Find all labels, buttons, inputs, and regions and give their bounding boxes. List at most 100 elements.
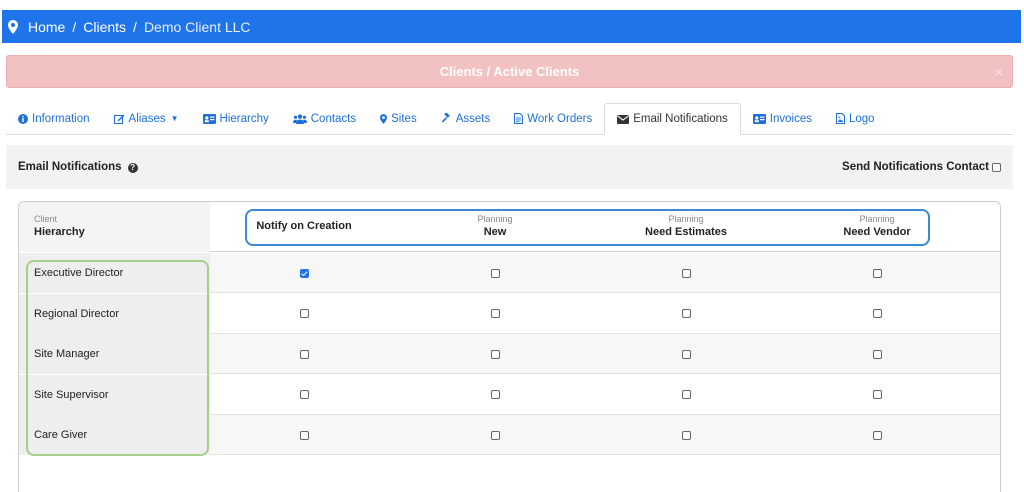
tab-label: Hierarchy xyxy=(219,112,269,125)
tab-invoices[interactable]: Invoices xyxy=(741,103,824,134)
header-small-label: Client xyxy=(34,214,58,224)
tab-label: Work Orders xyxy=(527,112,593,125)
notification-checkbox[interactable] xyxy=(299,390,309,399)
tab-label: Assets xyxy=(455,112,491,125)
header-notify-on-creation: Notify on Creation xyxy=(244,202,364,252)
map-marker-icon xyxy=(8,19,18,34)
tab-contacts[interactable]: Contacts xyxy=(281,103,368,134)
tab-bar: Information Aliases ▼ Hierarchy Contacts… xyxy=(6,103,1013,135)
breadcrumb-clients[interactable]: Clients xyxy=(83,19,126,35)
notification-checkbox[interactable] xyxy=(299,309,309,318)
table-cell xyxy=(862,294,892,334)
notification-checkbox[interactable] xyxy=(490,309,500,318)
tab-label: Aliases xyxy=(128,112,166,125)
breadcrumb-current: Demo Client LLC xyxy=(143,18,251,35)
header-planning-need-estimates: Planning Need Estimates xyxy=(626,202,746,252)
notification-checkbox[interactable] xyxy=(490,268,500,278)
notification-checkbox[interactable] xyxy=(872,309,882,318)
header-big-label: New xyxy=(483,226,507,238)
send-notifications-label: Send Notifications Contact xyxy=(842,161,989,173)
table-cell xyxy=(480,253,510,293)
gavel-icon xyxy=(441,113,452,124)
table-cell xyxy=(862,253,892,293)
table-cell xyxy=(480,294,510,334)
table-cell xyxy=(289,415,319,455)
image-file-icon xyxy=(835,113,845,124)
header-big-label: Need Estimates xyxy=(645,226,727,238)
table-cell xyxy=(862,334,892,374)
header-planning-need-vendor: Planning Need Vendor xyxy=(817,202,937,252)
panel-header: Email Notifications ? Send Notifications… xyxy=(6,145,1013,189)
notification-checkbox[interactable] xyxy=(872,430,882,440)
notification-checkbox[interactable] xyxy=(299,349,309,359)
table-row: Care Giver xyxy=(19,415,1000,455)
id-card-icon xyxy=(752,113,766,124)
notification-checkbox[interactable] xyxy=(299,268,309,278)
map-marker-icon xyxy=(380,113,388,124)
tab-sites[interactable]: Sites xyxy=(368,103,429,134)
send-notifications-contact: Send Notifications Contact xyxy=(842,161,1001,173)
table-header: Client Hierarchy Notify on Creation Plan… xyxy=(19,202,1000,252)
notification-checkbox[interactable] xyxy=(872,349,882,359)
table-cell xyxy=(480,375,510,415)
table-cell xyxy=(671,253,701,293)
tab-label: Sites xyxy=(391,112,417,125)
tab-label: Information xyxy=(32,112,90,125)
row-label: Site Manager xyxy=(19,334,210,374)
tab-assets[interactable]: Assets xyxy=(429,103,503,134)
tab-hierarchy[interactable]: Hierarchy xyxy=(191,103,281,134)
header-client-hierarchy: Client Hierarchy xyxy=(19,202,210,252)
tab-work-orders[interactable]: Work Orders xyxy=(502,103,604,134)
table-cell xyxy=(480,334,510,374)
notification-checkbox[interactable] xyxy=(681,390,691,399)
notification-checkbox[interactable] xyxy=(872,268,882,278)
breadcrumb-home[interactable]: Home xyxy=(28,19,65,35)
table-cell xyxy=(289,375,319,415)
document-icon xyxy=(514,113,524,124)
table-row: Site Supervisor xyxy=(19,374,1000,415)
table-row: Site Manager xyxy=(19,334,1000,374)
row-label: Regional Director xyxy=(19,293,210,334)
tab-information[interactable]: Information xyxy=(6,103,102,134)
breadcrumb-bar: Home / Clients / Demo Client LLC xyxy=(2,10,1021,43)
tab-label: Invoices xyxy=(769,112,812,125)
tab-email-notifications[interactable]: Email Notifications xyxy=(604,103,741,135)
notification-checkbox[interactable] xyxy=(490,349,500,359)
tab-label: Contacts xyxy=(310,112,357,125)
breadcrumb-separator: / xyxy=(133,18,137,35)
info-circle-icon xyxy=(18,113,28,124)
header-big-label: Notify on Creation xyxy=(256,220,352,232)
header-small-label: Planning xyxy=(859,214,895,224)
close-icon[interactable]: × xyxy=(995,64,1003,80)
send-notifications-checkbox[interactable] xyxy=(992,162,1001,172)
header-small-label: Planning xyxy=(668,214,704,224)
notifications-table: Client Hierarchy Notify on Creation Plan… xyxy=(18,201,1001,492)
table-cell xyxy=(862,375,892,415)
notification-checkbox[interactable] xyxy=(681,430,691,440)
question-circle-icon[interactable]: ? xyxy=(127,163,138,173)
id-card-icon xyxy=(202,113,216,124)
notification-checkbox[interactable] xyxy=(681,349,691,359)
notification-checkbox[interactable] xyxy=(490,430,500,440)
edit-icon xyxy=(113,114,125,124)
notification-checkbox[interactable] xyxy=(872,390,882,399)
header-small-label: Planning xyxy=(477,214,513,224)
notification-checkbox[interactable] xyxy=(681,309,691,318)
panel-title-wrap: Email Notifications ? xyxy=(18,161,138,173)
notification-checkbox[interactable] xyxy=(490,390,500,399)
tab-label: Email Notifications xyxy=(633,113,728,125)
row-label: Executive Director xyxy=(19,253,210,293)
table-cell xyxy=(289,334,319,374)
notification-checkbox[interactable] xyxy=(681,268,691,278)
tab-logo[interactable]: Logo xyxy=(824,103,887,134)
table-row: Executive Director xyxy=(19,253,1000,293)
breadcrumb-separator: / xyxy=(72,18,77,35)
table-cell xyxy=(862,415,892,455)
table-cell xyxy=(289,294,319,334)
table-cell xyxy=(671,294,701,334)
tab-aliases[interactable]: Aliases ▼ xyxy=(102,103,191,134)
notification-checkbox[interactable] xyxy=(299,430,309,440)
table-row: Regional Director xyxy=(19,293,1000,334)
table-cell xyxy=(671,415,701,455)
table-cell xyxy=(671,375,701,415)
